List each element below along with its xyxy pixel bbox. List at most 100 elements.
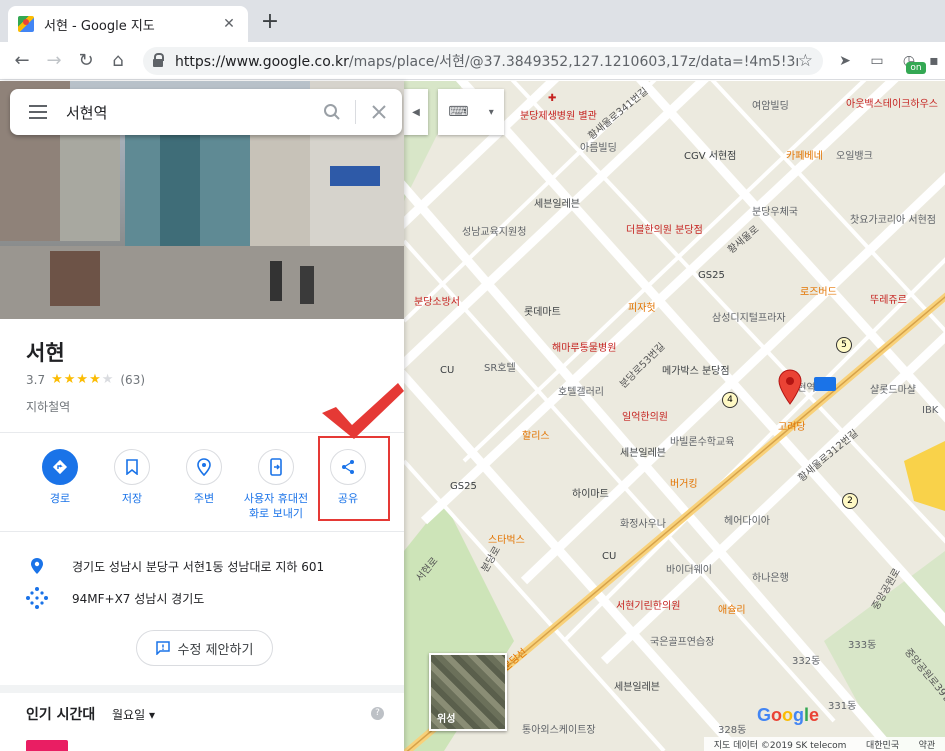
address-row[interactable]: 경기도 성남시 분당구 서현1동 성남대로 지하 601: [24, 555, 324, 577]
browser-toolbar: ← → ↻ ⌂ https://www.google.co.kr/maps/pl…: [0, 42, 945, 80]
input-tools-button[interactable]: ⌨ ▾: [438, 89, 504, 135]
map-data-attribution[interactable]: 지도 데이터 ©2019 SK telecom: [714, 738, 847, 751]
map-poi[interactable]: 국은골프연습장: [650, 633, 714, 648]
dark-extension-icon[interactable]: ▪: [925, 52, 943, 70]
new-tab-plus-icon[interactable]: +: [258, 10, 282, 34]
map-poi[interactable]: 세븐일레븐: [614, 678, 660, 693]
red-checkmark-icon: [322, 383, 404, 439]
review-count[interactable]: (63): [120, 373, 145, 387]
address-text: 경기도 성남시 분당구 서현1동 성남대로 지하 601: [72, 559, 325, 574]
map-poi[interactable]: 서현기린한의원: [616, 597, 680, 612]
map-poi[interactable]: 고려당: [778, 418, 806, 433]
map-poi[interactable]: 카페베네: [786, 147, 823, 162]
terms-link[interactable]: 약관: [919, 738, 936, 751]
screen-extension-icon[interactable]: ▭: [868, 52, 886, 70]
map-poi[interactable]: CU: [602, 551, 616, 562]
browser-tab[interactable]: 서현 - Google 지도 ✕: [8, 6, 248, 42]
home-icon[interactable]: ⌂: [106, 49, 130, 73]
address-bar[interactable]: https://www.google.co.kr/maps/place/서현/@…: [143, 47, 823, 75]
reload-icon[interactable]: ↻: [74, 49, 98, 73]
place-title: 서현: [26, 341, 65, 365]
directions-icon: [42, 449, 78, 485]
map-poi[interactable]: 하나은행: [752, 569, 789, 584]
map-poi[interactable]: GS25: [698, 270, 725, 281]
menu-icon[interactable]: [10, 89, 66, 135]
day-selector[interactable]: 월요일 ▾: [112, 706, 155, 723]
directions-label: 경로: [49, 492, 71, 505]
cursor-extension-icon[interactable]: ➤: [836, 52, 854, 70]
directions-button[interactable]: 경로: [24, 449, 96, 529]
map-poi[interactable]: 뚜레쥬르: [870, 291, 907, 306]
map-poi[interactable]: 찻요가코리아 서현점: [850, 211, 936, 226]
nearby-button[interactable]: 주변: [168, 449, 240, 529]
map-poi[interactable]: 버거킹: [670, 475, 698, 490]
search-icon[interactable]: [309, 89, 355, 135]
map-poi[interactable]: 333동: [848, 636, 876, 651]
rating-row: 3.7 ★★★★★ (63): [26, 372, 145, 387]
clear-search-icon[interactable]: [356, 89, 402, 135]
plus-code-row[interactable]: 94MF+X7 성남시 경기도: [24, 587, 204, 609]
map-poi[interactable]: 분당우체국: [752, 203, 798, 218]
map-poi[interactable]: 통아외스케이트장: [522, 721, 596, 736]
dropdown-arrow-icon: ▾: [488, 106, 494, 118]
satellite-label: 위성: [437, 714, 456, 725]
country-label[interactable]: 대한민국: [866, 738, 899, 751]
map-poi[interactable]: 세븐일레븐: [620, 444, 666, 459]
map-poi[interactable]: 세븐일레븐: [534, 195, 580, 210]
map-poi[interactable]: IBK: [922, 405, 938, 416]
map-poi[interactable]: 화정사우나: [620, 515, 666, 530]
map-poi[interactable]: SR호텔: [484, 359, 516, 374]
suggest-edit-button[interactable]: 수정 제안하기: [136, 630, 273, 666]
map-poi[interactable]: 바이더웨이: [666, 561, 712, 576]
map-poi[interactable]: 여암빌딩: [752, 97, 789, 112]
selected-place-pin-icon[interactable]: [778, 369, 802, 405]
lock-icon: [153, 53, 164, 67]
map-poi[interactable]: 삼성디지털프라자: [712, 309, 786, 324]
map-poi[interactable]: 하이마트: [572, 485, 609, 500]
help-icon[interactable]: ?: [371, 707, 384, 720]
close-tab-icon[interactable]: ✕: [220, 16, 238, 32]
map-poi[interactable]: 헤어다이아: [724, 512, 770, 527]
map-poi[interactable]: CGV 서현점: [684, 147, 736, 162]
plus-code-dots-icon: [24, 587, 50, 609]
satellite-toggle[interactable]: 위성: [429, 653, 507, 731]
search-box: [10, 89, 402, 135]
collapse-panel-button[interactable]: ◀: [404, 89, 428, 135]
map-poi[interactable]: 샬롯드마샬: [870, 381, 916, 396]
map-poi[interactable]: 로즈버드: [800, 283, 837, 298]
map-poi[interactable]: 아웃백스테이크하우스: [846, 95, 938, 110]
map-poi[interactable]: 애슐리: [718, 601, 746, 616]
map-poi[interactable]: 분당제생병원 별관: [520, 107, 597, 122]
map-poi[interactable]: 아름빌딩: [580, 139, 617, 154]
search-input[interactable]: [66, 103, 309, 121]
map-poi[interactable]: 호텔갤러리: [558, 383, 604, 398]
map-poi[interactable]: 오일뱅크: [836, 147, 873, 162]
send-to-phone-button[interactable]: 사용자 휴대전 화로 보내기: [240, 449, 312, 529]
map-poi[interactable]: 피자헛: [628, 299, 656, 314]
map-poi[interactable]: 더블한의원 분당점: [626, 221, 703, 236]
map-poi[interactable]: 해마루통물병원: [552, 339, 616, 354]
place-category[interactable]: 지하철역: [26, 398, 70, 415]
map-poi[interactable]: 성남교육지원청: [462, 223, 526, 238]
map-poi[interactable]: 바빌론수학교육: [670, 433, 734, 448]
tab-title: 서현 - Google 지도: [44, 18, 155, 34]
map-poi[interactable]: CU: [440, 365, 454, 376]
map-poi[interactable]: 331동: [828, 697, 856, 712]
map-canvas[interactable]: ◀ ⌨ ▾ ✚ 분당제생병원 별관 아름빌딩 CGV 서현점 카페베네 오일뱅크 …: [404, 81, 945, 751]
google-logo: Google: [757, 705, 820, 725]
map-poi[interactable]: 일억한의원: [622, 408, 668, 423]
map-poi[interactable]: 메가박스 분당점: [662, 362, 730, 377]
bookmark-star-icon[interactable]: ☆: [798, 51, 813, 71]
forward-arrow-icon[interactable]: →: [42, 49, 66, 73]
map-poi[interactable]: 할리스: [522, 427, 550, 442]
back-arrow-icon[interactable]: ←: [10, 49, 34, 73]
bookmark-icon: [114, 449, 150, 485]
map-poi[interactable]: 328동: [718, 721, 746, 736]
map-poi[interactable]: GS25: [450, 481, 477, 492]
save-button[interactable]: 저장: [96, 449, 168, 529]
map-poi[interactable]: 332동: [792, 652, 820, 667]
nearby-label: 주변: [193, 492, 215, 505]
feedback-icon: [155, 641, 170, 655]
map-poi[interactable]: 롯데마트: [524, 303, 561, 318]
map-poi[interactable]: 분당소방서: [414, 293, 460, 308]
